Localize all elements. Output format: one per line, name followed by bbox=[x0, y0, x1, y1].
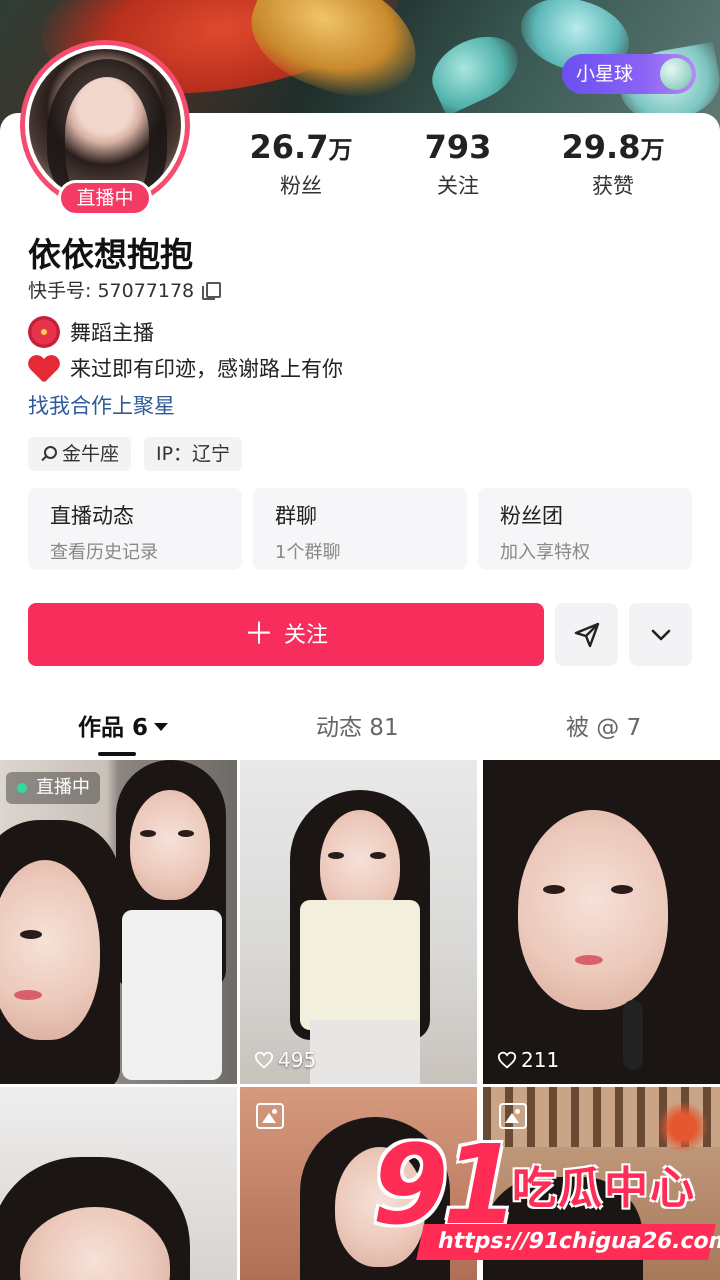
tab-mentions[interactable]: 被 @ 7 bbox=[566, 708, 641, 742]
bio-text: 舞蹈主播 bbox=[70, 321, 154, 345]
thumbnail-image bbox=[483, 760, 720, 1084]
copy-icon[interactable] bbox=[202, 281, 222, 300]
stat-unit: 万 bbox=[640, 136, 665, 164]
little-planet-badge[interactable]: 小星球 bbox=[562, 54, 696, 94]
tab-label: 作品 6 bbox=[78, 715, 149, 741]
stat-likes[interactable]: 29.8万 获赞 bbox=[548, 128, 678, 200]
live-badge: 直播中 bbox=[6, 772, 100, 804]
stat-value: 26.7 bbox=[249, 128, 329, 166]
card-fan-club[interactable]: 粉丝团 加入享特权 bbox=[478, 488, 692, 570]
like-count-value: 495 bbox=[278, 1048, 317, 1072]
heart-outline-icon bbox=[497, 1051, 517, 1069]
card-group-chat[interactable]: 群聊 1个群聊 bbox=[253, 488, 467, 570]
card-subtitle: 加入享特权 bbox=[500, 542, 590, 563]
stat-label: 关注 bbox=[437, 174, 479, 198]
cover-leaf-shape bbox=[421, 23, 529, 117]
hibiscus-icon bbox=[28, 316, 60, 348]
tag-label: 金牛座 bbox=[62, 443, 120, 465]
send-icon bbox=[574, 622, 600, 648]
card-subtitle: 1个群聊 bbox=[275, 542, 341, 563]
search-icon bbox=[40, 446, 57, 462]
profile-name: 依依想抱抱 bbox=[28, 235, 193, 274]
tab-works[interactable]: 作品 6 bbox=[78, 708, 169, 742]
grid-item-live[interactable]: 直播中 bbox=[0, 760, 237, 1084]
more-button[interactable] bbox=[629, 603, 692, 666]
bio-line: 舞蹈主播 bbox=[28, 316, 154, 348]
tab-moments[interactable]: 动态 81 bbox=[316, 708, 399, 742]
card-title: 粉丝团 bbox=[500, 504, 563, 528]
live-status-badge[interactable]: 直播中 bbox=[58, 180, 152, 216]
stat-unit: 万 bbox=[328, 136, 353, 164]
tab-label: 被 @ 7 bbox=[566, 715, 642, 741]
follow-label: 关注 bbox=[283, 623, 328, 648]
card-title: 群聊 bbox=[275, 504, 317, 528]
thumbnail-image bbox=[0, 760, 237, 1084]
stat-label: 获赞 bbox=[592, 174, 634, 198]
cooperation-link[interactable]: 找我合作上聚星 bbox=[28, 390, 175, 420]
like-count: 211 bbox=[497, 1048, 559, 1072]
account-id-row: 快手号: 57077178 bbox=[28, 276, 222, 303]
like-count: 495 bbox=[254, 1048, 316, 1072]
grid-item-video[interactable]: 211 bbox=[483, 760, 720, 1084]
plus-icon: ＋ bbox=[243, 617, 274, 652]
little-planet-label: 小星球 bbox=[576, 63, 634, 85]
bio-text: 来过即有印迹，感谢路上有你 bbox=[70, 357, 343, 381]
card-title: 直播动态 bbox=[50, 504, 134, 528]
watermark: 91 吃瓜中心 https://91chigua26.com bbox=[372, 1130, 720, 1270]
card-subtitle: 查看历史记录 bbox=[50, 542, 158, 563]
card-live-history[interactable]: 直播动态 查看历史记录 bbox=[28, 488, 242, 570]
watermark-url: https://91chigua26.com bbox=[416, 1224, 720, 1260]
stat-value: 29.8 bbox=[561, 128, 641, 166]
heart-outline-icon bbox=[254, 1051, 274, 1069]
watermark-brand: 吃瓜中心 bbox=[512, 1163, 696, 1214]
chevron-down-icon bbox=[651, 629, 671, 641]
tab-label: 动态 81 bbox=[316, 715, 399, 741]
heart-icon bbox=[28, 352, 60, 384]
thumbnail-image bbox=[0, 1087, 237, 1280]
stat-value: 793 bbox=[424, 128, 492, 166]
live-badge-label: 直播中 bbox=[36, 777, 90, 798]
gallery-icon bbox=[256, 1103, 284, 1129]
bio-line: 来过即有印迹，感谢路上有你 bbox=[28, 352, 343, 384]
stat-following[interactable]: 793 关注 bbox=[393, 128, 523, 200]
tab-underline bbox=[98, 752, 136, 756]
stat-label: 粉丝 bbox=[280, 174, 322, 198]
tag-label: IP：辽宁 bbox=[156, 443, 231, 465]
grid-item-video[interactable] bbox=[0, 1087, 237, 1280]
caret-down-icon[interactable] bbox=[154, 723, 169, 731]
tag-zodiac[interactable]: 金牛座 bbox=[28, 437, 132, 471]
follow-button[interactable]: ＋ 关注 bbox=[28, 603, 544, 666]
grid-item-video[interactable]: 495 bbox=[240, 760, 477, 1084]
thumbnail-image bbox=[240, 760, 477, 1084]
account-id: 快手号: 57077178 bbox=[28, 280, 195, 302]
stat-followers[interactable]: 26.7万 粉丝 bbox=[236, 128, 366, 200]
share-button[interactable] bbox=[555, 603, 618, 666]
planet-icon bbox=[660, 58, 692, 90]
live-dot-icon bbox=[17, 783, 27, 793]
tag-ip-location: IP：辽宁 bbox=[144, 437, 243, 471]
like-count-value: 211 bbox=[521, 1048, 560, 1072]
